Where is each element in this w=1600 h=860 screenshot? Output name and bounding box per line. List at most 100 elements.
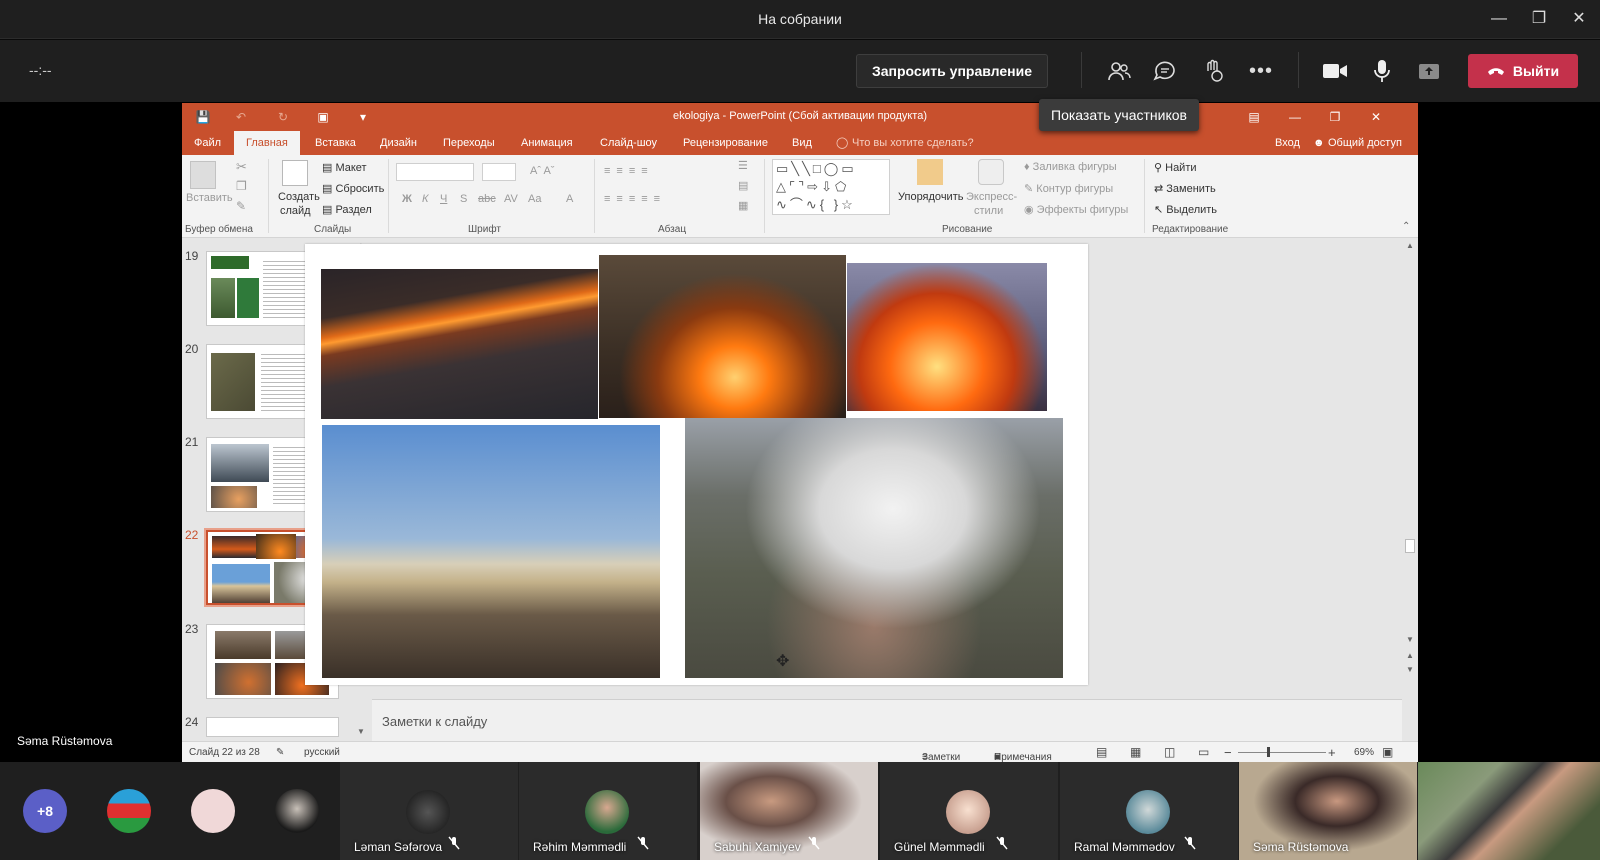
section-button[interactable]: ▤ Раздел xyxy=(322,203,372,216)
participant-video-tile[interactable] xyxy=(1418,762,1600,860)
char-spacing-icon[interactable]: AV xyxy=(504,193,518,205)
smartart-icon[interactable]: ▦ xyxy=(738,199,748,212)
participant-tile[interactable]: Ramal Məmmədov xyxy=(1060,762,1238,860)
scrollbar-thumb[interactable] xyxy=(1405,539,1415,553)
format-painter-icon[interactable]: ✎ xyxy=(236,199,246,213)
notes-pane[interactable]: Заметки к слайду xyxy=(372,699,1402,741)
font-family-box[interactable] xyxy=(396,163,474,181)
request-control-button[interactable]: Запросить управление xyxy=(856,54,1048,88)
tell-me-search[interactable]: Что вы хотите сделать? xyxy=(850,131,976,155)
font-size-box[interactable] xyxy=(482,163,516,181)
spellcheck-icon[interactable]: ✎ xyxy=(276,747,284,758)
strikethrough-icon[interactable]: abc xyxy=(478,193,496,205)
cut-icon[interactable]: ✂ xyxy=(236,159,247,175)
zoom-out-icon[interactable]: − xyxy=(1224,745,1232,760)
scroll-down-icon[interactable]: ▼ xyxy=(357,727,365,736)
zoom-slider[interactable] xyxy=(1238,752,1326,753)
camera-icon[interactable] xyxy=(1320,57,1350,85)
reading-view-icon[interactable]: ◫ xyxy=(1164,745,1175,759)
slide-thumbnail-24[interactable] xyxy=(206,717,339,737)
tab-view[interactable]: Вид xyxy=(790,131,814,155)
shape-fill-button[interactable]: ♦ Заливка фигуры xyxy=(1024,161,1117,173)
change-case-icon[interactable]: Aa xyxy=(528,193,541,205)
participant-tile[interactable]: Ləman Səfərova xyxy=(340,762,518,860)
slide-scrollbar[interactable]: ▲ ▼ ▲ ▼ xyxy=(1402,239,1418,741)
ribbon-display-icon[interactable]: ▤ xyxy=(1245,108,1263,126)
new-slide-icon[interactable] xyxy=(282,160,308,186)
shadow-icon[interactable]: S xyxy=(460,193,467,205)
tab-review[interactable]: Рецензирование xyxy=(681,131,770,155)
reactions-icon[interactable] xyxy=(1198,57,1228,85)
tab-animations[interactable]: Анимация xyxy=(519,131,575,155)
share-tray-icon[interactable] xyxy=(1414,57,1444,85)
paste-icon[interactable] xyxy=(190,161,216,189)
italic-icon[interactable]: К xyxy=(422,193,428,205)
tab-slideshow[interactable]: Слайд-шоу xyxy=(598,131,659,155)
tab-file[interactable]: Файл xyxy=(192,131,223,155)
align-icons[interactable]: ≡≡≡≡≡ xyxy=(604,193,666,205)
underline-icon[interactable]: Ч xyxy=(440,193,447,205)
align-text-icon[interactable]: ▤ xyxy=(738,179,748,192)
ppt-restore-icon[interactable]: ❐ xyxy=(1326,108,1344,126)
microphone-icon[interactable] xyxy=(1367,57,1397,85)
quick-styles-label-2[interactable]: стили xyxy=(974,205,1003,217)
next-slide-icon[interactable]: ▼ xyxy=(1406,665,1414,674)
share-button[interactable]: Общий доступ xyxy=(1326,131,1404,155)
find-button[interactable]: ⚲ Найти xyxy=(1154,161,1197,174)
avatar[interactable] xyxy=(107,789,151,833)
tab-insert[interactable]: Вставка xyxy=(313,131,358,155)
participant-tile[interactable]: Rəhim Məmmədli xyxy=(519,762,697,860)
leave-button[interactable]: Выйти xyxy=(1468,54,1578,88)
zoom-level[interactable]: 69% xyxy=(1354,747,1374,758)
previous-slide-icon[interactable]: ▲ xyxy=(1406,651,1414,660)
participant-video-tile[interactable]: Sabuhi Xamiyev xyxy=(700,762,878,860)
participants-icon[interactable] xyxy=(1104,57,1134,85)
new-slide-label[interactable]: Создать xyxy=(278,191,320,203)
copy-icon[interactable]: ❐ xyxy=(236,179,247,193)
more-participants-badge[interactable]: +8 xyxy=(23,789,67,833)
avatar[interactable] xyxy=(191,789,235,833)
restore-icon[interactable]: ❐ xyxy=(1522,6,1556,32)
zoom-slider-thumb[interactable] xyxy=(1267,747,1270,757)
minimize-icon[interactable]: — xyxy=(1482,6,1516,32)
avatar[interactable] xyxy=(275,789,319,833)
shape-effects-button[interactable]: ◉ Эффекты фигуры xyxy=(1024,203,1128,216)
collapse-ribbon-icon[interactable]: ⌃ xyxy=(1402,221,1410,232)
chat-icon[interactable] xyxy=(1150,57,1180,85)
more-options-icon[interactable]: ••• xyxy=(1246,57,1276,85)
layout-button[interactable]: ▤ Макет xyxy=(322,161,367,174)
grow-font-icon[interactable]: Aˆ Aˇ xyxy=(530,165,554,177)
arrange-button[interactable]: Упорядочить xyxy=(898,191,963,203)
font-color-icon[interactable]: A xyxy=(566,193,573,205)
participant-tile[interactable]: Günel Məmmədli xyxy=(880,762,1058,860)
shapes-gallery[interactable]: ▭╲╲□◯▭ △⌜⌝⇨⇩⬠ ∿⌒∿{ }☆ xyxy=(772,159,890,215)
ppt-minimize-icon[interactable]: — xyxy=(1286,108,1304,126)
sign-in-link[interactable]: Вход xyxy=(1273,131,1302,155)
tab-design[interactable]: Дизайн xyxy=(378,131,419,155)
zoom-in-icon[interactable]: + xyxy=(1328,745,1336,760)
normal-view-icon[interactable]: ▤ xyxy=(1096,745,1107,759)
slideshow-icon[interactable]: ▭ xyxy=(1198,745,1209,759)
ppt-close-icon[interactable]: ✕ xyxy=(1367,108,1385,126)
bullets-icon[interactable]: ≡≡≡≡ xyxy=(604,165,654,177)
paste-button[interactable]: Вставить xyxy=(186,192,233,204)
close-icon[interactable]: ✕ xyxy=(1562,6,1596,32)
reset-button[interactable]: ▤ Сбросить xyxy=(322,182,384,195)
participant-video-tile[interactable]: Səma Rüstəmova xyxy=(1239,762,1417,860)
scroll-down-icon[interactable]: ▼ xyxy=(1406,635,1414,644)
language-indicator[interactable]: русский xyxy=(304,747,340,758)
select-button[interactable]: ↖ Выделить xyxy=(1154,203,1217,216)
fit-to-window-icon[interactable]: ▣ xyxy=(1382,745,1393,759)
shape-outline-button[interactable]: ✎ Контур фигуры xyxy=(1024,182,1113,195)
tab-transitions[interactable]: Переходы xyxy=(441,131,497,155)
quick-styles-icon[interactable] xyxy=(978,159,1004,185)
new-slide-label-2[interactable]: слайд xyxy=(280,205,311,217)
arrange-icon[interactable] xyxy=(917,159,943,185)
bold-icon[interactable]: Ж xyxy=(402,193,412,205)
quick-styles-label[interactable]: Экспресс- xyxy=(966,191,1017,203)
slide-sorter-icon[interactable]: ▦ xyxy=(1130,745,1141,759)
replace-button[interactable]: ⇄ Заменить xyxy=(1154,182,1216,195)
current-slide[interactable] xyxy=(305,244,1088,685)
text-direction-icon[interactable]: ☰ xyxy=(738,159,748,172)
scroll-up-icon[interactable]: ▲ xyxy=(1406,241,1414,250)
